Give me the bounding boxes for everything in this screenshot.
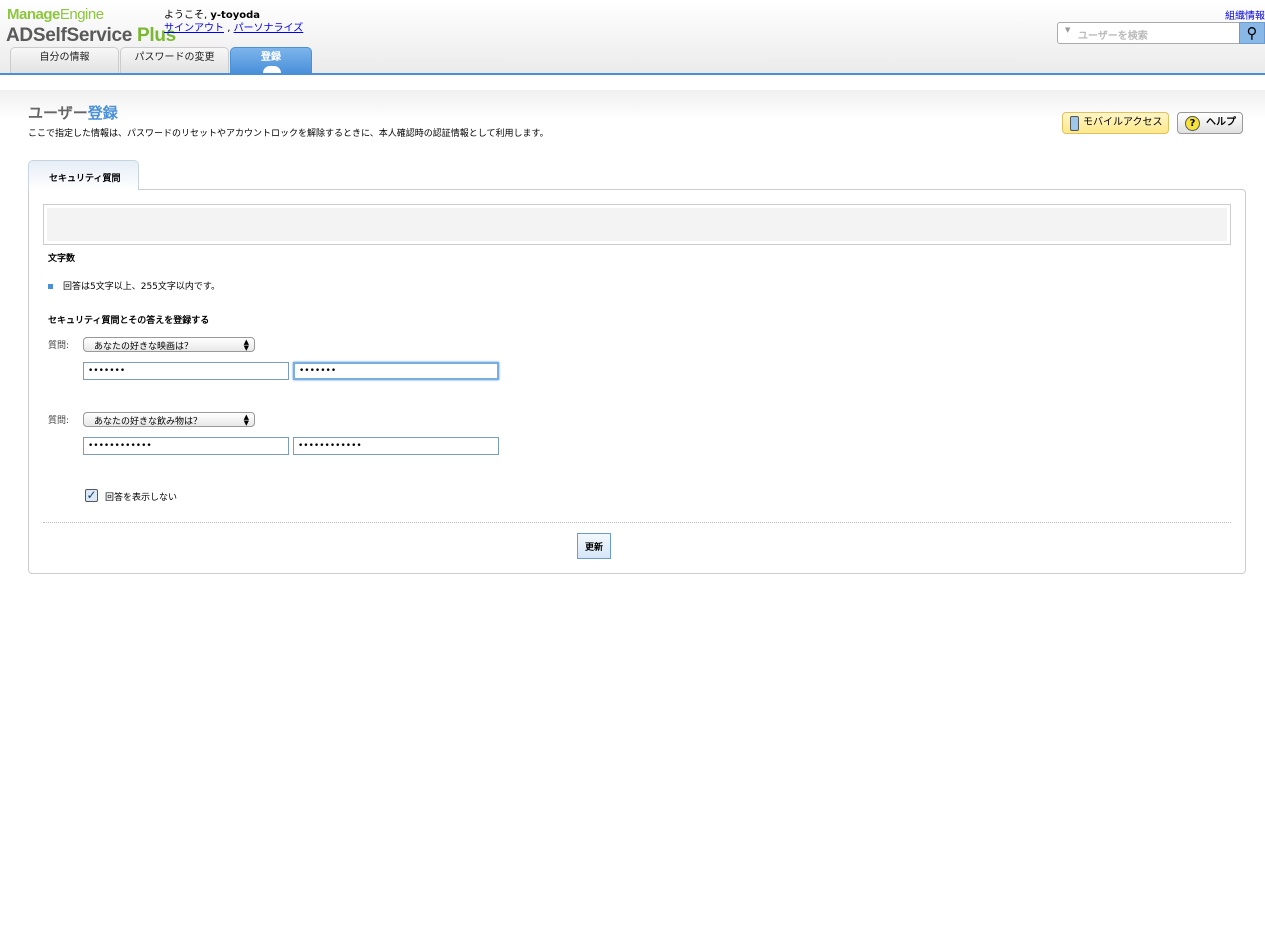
- security-question-panel: 文字数 回答は5文字以上、255文字以内です。 セキュリティ質問とその答えを登録…: [28, 189, 1246, 574]
- select-arrows-icon: ▲ ▼: [243, 338, 249, 352]
- message-box: [43, 204, 1231, 245]
- signout-link[interactable]: サインアウト: [164, 23, 224, 34]
- confirm-answer-input-2[interactable]: [293, 437, 499, 455]
- char-rule: 回答は5文字以上、255文字以内です。: [48, 279, 220, 292]
- help-icon: ?: [1185, 116, 1200, 131]
- phone-icon: [1070, 116, 1079, 131]
- org-info-link[interactable]: 組織情報: [1225, 7, 1265, 22]
- personalize-link[interactable]: パーソナライズ: [234, 23, 304, 34]
- answer-input-2[interactable]: [83, 437, 289, 455]
- page-title: ユーザー登録: [28, 105, 118, 122]
- logo: ManageEngine: [7, 6, 104, 23]
- char-count-heading: 文字数: [48, 254, 76, 264]
- tab-enroll[interactable]: 登録: [230, 47, 312, 73]
- update-button[interactable]: 更新: [577, 533, 611, 559]
- help-button[interactable]: ? ヘルプ: [1177, 112, 1243, 134]
- question-label: 質問:: [48, 341, 70, 351]
- hide-answers-label[interactable]: 回答を表示しない: [105, 490, 177, 503]
- page-description: ここで指定した情報は、パスワードのリセットやアカウントロックを解除するときに、本…: [28, 129, 549, 139]
- bullet-icon: [48, 284, 53, 289]
- dropdown-icon[interactable]: ▼: [1065, 26, 1070, 34]
- confirm-answer-input-1[interactable]: [293, 362, 499, 380]
- search-input[interactable]: ユーザーを検索: [1078, 27, 1148, 42]
- hide-answers-checkbox[interactable]: ✓: [85, 489, 98, 502]
- question-select-2[interactable]: あなたの好きな飲み物は？ ▲ ▼: [83, 412, 255, 427]
- tab-security-questions[interactable]: セキュリティ質問: [28, 160, 139, 190]
- select-arrows-icon: ▲ ▼: [243, 413, 249, 427]
- answer-input-1[interactable]: [83, 362, 289, 380]
- separator: ,: [227, 23, 231, 34]
- mobile-access-button[interactable]: モバイルアクセス: [1062, 112, 1169, 134]
- tab-my-info[interactable]: 自分の情報: [10, 47, 119, 73]
- question-label: 質問:: [48, 416, 70, 426]
- question-select-1[interactable]: あなたの好きな映画は？ ▲ ▼: [83, 337, 255, 352]
- tab-change-password[interactable]: パスワードの変更: [120, 47, 229, 73]
- register-heading: セキュリティ質問とその答えを登録する: [48, 316, 210, 326]
- header: ManageEngine ADSelfService Plus ようこそ, y-…: [0, 0, 1265, 75]
- main-tabs: 自分の情報 パスワードの変更 登録: [10, 47, 312, 73]
- divider: [43, 522, 1231, 523]
- product-name: ADSelfService Plus: [6, 25, 176, 46]
- search-icon[interactable]: ⚲: [1239, 22, 1265, 44]
- user-search[interactable]: ▼ ユーザーを検索 ⚲: [1057, 22, 1265, 44]
